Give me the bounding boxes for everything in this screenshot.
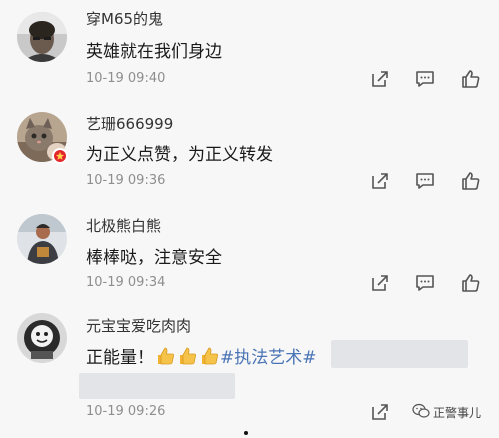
username[interactable]: 艺珊666999: [86, 113, 173, 134]
share-icon[interactable]: [369, 170, 391, 192]
timestamp: 10-19 09:36: [86, 173, 166, 188]
watermark: 正警事儿: [412, 403, 481, 422]
man-portrait-icon: [17, 12, 67, 62]
comment-item: 北极熊白熊 棒棒哒，注意安全 10-19 09:34: [0, 200, 499, 305]
avatar[interactable]: [17, 214, 67, 264]
timestamp: 10-19 09:40: [86, 71, 166, 86]
username[interactable]: 元宝宝爱吃肉肉: [86, 315, 191, 336]
share-icon[interactable]: [369, 401, 391, 423]
comment-text: 英雄就在我们身边: [86, 42, 222, 62]
comment-item: 艺珊666999 为正义点赞，为正义转发 10-19 09:36: [0, 100, 499, 200]
thumbs-up-icon[interactable]: [460, 170, 482, 192]
comment-text: 为正义点赞，为正义转发: [86, 145, 273, 165]
comment-item: 穿M65的鬼 英雄就在我们身边 10-19 09:40: [0, 0, 499, 100]
bw-character-icon: [17, 313, 67, 363]
username[interactable]: 穿M65的鬼: [86, 8, 163, 29]
avatar[interactable]: [17, 12, 67, 62]
vip-badge: [52, 148, 68, 164]
thumbs-up-emoji: [156, 346, 176, 371]
hashtag-link[interactable]: #执法艺术#: [220, 348, 317, 368]
comment-text: 正能量！ #执法艺术#: [86, 343, 317, 371]
share-icon[interactable]: [369, 68, 391, 90]
wechat-icon: [412, 403, 430, 422]
thumbs-up-emoji: [200, 346, 220, 371]
page-indicator-dot: [244, 431, 248, 435]
watermark-text: 正警事儿: [433, 406, 482, 420]
comment-icon[interactable]: [414, 68, 436, 90]
redacted-text: [331, 340, 468, 368]
thumbs-up-icon[interactable]: [460, 272, 482, 294]
share-icon[interactable]: [369, 272, 391, 294]
comment-list: 穿M65的鬼 英雄就在我们身边 10-19 09:40 艺珊666999 为正义…: [0, 0, 499, 438]
username[interactable]: 北极熊白熊: [86, 215, 161, 236]
comment-text: 棒棒哒，注意安全: [86, 248, 222, 268]
thumbs-up-emoji: [178, 346, 198, 371]
avatar[interactable]: [17, 313, 67, 363]
timestamp: 10-19 09:34: [86, 275, 166, 290]
comment-icon[interactable]: [414, 170, 436, 192]
comment-icon[interactable]: [414, 272, 436, 294]
person-portrait-icon: [17, 214, 67, 264]
comment-text-plain: 正能量！: [86, 348, 154, 368]
redacted-text: [79, 373, 235, 399]
thumbs-up-icon[interactable]: [460, 68, 482, 90]
timestamp: 10-19 09:26: [86, 404, 166, 419]
